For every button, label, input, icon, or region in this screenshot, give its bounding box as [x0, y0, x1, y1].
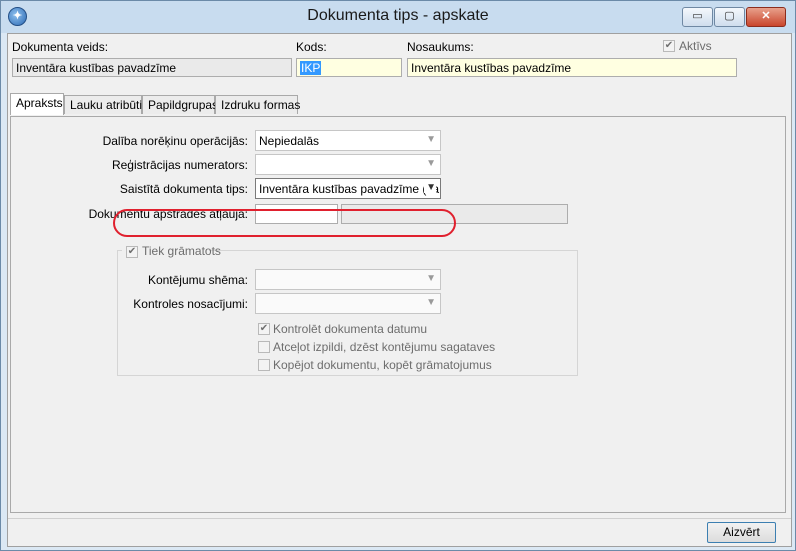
numerator-label: Reģistrācijas numerators:	[111, 158, 248, 172]
conditions-select[interactable]: ▼	[255, 293, 441, 314]
dialog-client: Dokumenta veids: Inventāra kustības pava…	[7, 33, 792, 547]
chevron-down-icon: ▼	[426, 134, 436, 145]
copy-label: Kopējot dokumentu, kopēt grāmatojumus	[273, 358, 492, 372]
accounting-group-header: ✔ Tiek grāmatots	[122, 243, 221, 259]
settlement-value: Nepiedalās	[259, 134, 320, 148]
accounting-checkbox: ✔	[126, 246, 138, 258]
close-button[interactable]: Aizvērt	[707, 522, 776, 543]
copy-checkbox	[258, 359, 270, 371]
numerator-select[interactable]: ▼	[255, 154, 441, 175]
chevron-down-icon: ▼	[426, 273, 436, 284]
tab-papildgrupas[interactable]: Papildgrupas	[142, 95, 218, 114]
minimize-button[interactable]: ▭	[682, 7, 713, 27]
active-label: Aktīvs	[679, 39, 712, 53]
code-field[interactable]: IKP	[296, 58, 402, 77]
code-value: IKP	[300, 61, 322, 75]
chevron-down-icon: ▼	[426, 158, 436, 169]
check-date-checkbox: ✔	[258, 323, 270, 335]
cancel-label: Atceļot izpildi, dzēst kontējumu sagatav…	[273, 340, 496, 354]
code-label: Kods:	[296, 40, 327, 54]
window: ✦ Dokumenta tips - apskate ▭ ▢ ✕ Dokumen…	[0, 0, 796, 551]
doc-type-label: Dokumenta veids:	[12, 40, 109, 54]
linked-doc-label: Saistītā dokumenta tips:	[119, 182, 248, 196]
settlement-select[interactable]: Nepiedalās ▼	[255, 130, 441, 151]
check-icon: ✔	[664, 40, 674, 51]
scheme-label: Kontējumu shēma:	[147, 273, 248, 287]
active-checkbox: ✔	[663, 40, 675, 52]
check-date-label: Kontrolēt dokumenta datumu	[273, 322, 428, 336]
check-icon: ✔	[127, 246, 137, 257]
settlement-label: Dalība norēķinu operācijās:	[102, 134, 248, 148]
close-window-button[interactable]: ✕	[746, 7, 786, 27]
name-label: Nosaukums:	[407, 40, 474, 54]
accounting-group-label: Tiek grāmatots	[142, 244, 221, 258]
doc-type-field: Inventāra kustības pavadzīme	[12, 58, 292, 77]
linked-doc-value: Inventāra kustības pavadzīme (sa	[259, 182, 440, 196]
maximize-button[interactable]: ▢	[714, 7, 745, 27]
cancel-checkbox	[258, 341, 270, 353]
conditions-label: Kontroles nosacījumi:	[133, 297, 248, 311]
maximize-icon: ▢	[724, 10, 735, 22]
title-bar[interactable]: ✦ Dokumenta tips - apskate ▭ ▢ ✕	[1, 1, 795, 33]
highlight-annotation	[113, 209, 456, 237]
chevron-down-icon: ▼	[426, 297, 436, 308]
linked-doc-select[interactable]: Inventāra kustības pavadzīme (sa ▼	[255, 178, 441, 199]
check-icon: ✔	[259, 323, 269, 334]
close-icon: ✕	[761, 10, 771, 22]
tab-izdruku-formas[interactable]: Izdruku formas	[215, 95, 300, 114]
tab-apraksts[interactable]: Apraksts	[10, 93, 64, 115]
minimize-icon: ▭	[692, 10, 703, 22]
chevron-down-icon: ▼	[424, 182, 436, 193]
tab-lauku-atributi[interactable]: Lauku atribūti	[64, 95, 142, 114]
scheme-select[interactable]: ▼	[255, 269, 441, 290]
name-field[interactable]: Inventāra kustības pavadzīme	[407, 58, 737, 77]
window-title: Dokumenta tips - apskate	[307, 7, 489, 24]
tab-panel-apraksts: Dalība norēķinu operācijās: Nepiedalās ▼…	[10, 116, 786, 513]
footer-divider	[8, 518, 791, 519]
